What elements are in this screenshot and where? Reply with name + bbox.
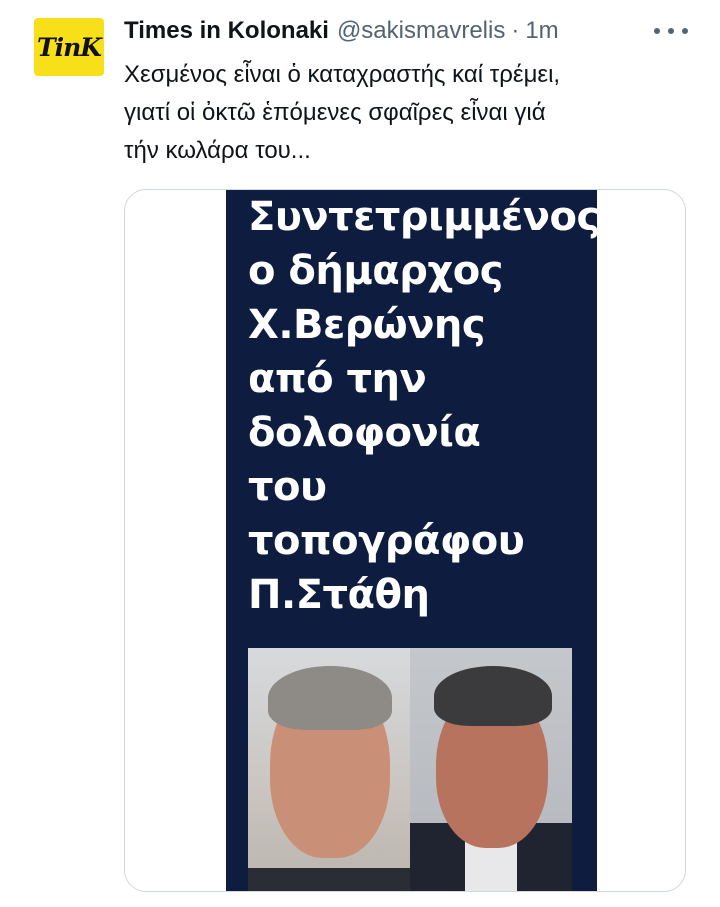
poster-headline: Συντετριμμένος ο δήμαρχος Χ.Βερώνης από … xyxy=(248,190,600,622)
separator-dot: · xyxy=(511,17,520,44)
headline-line: Συντετριμμένος xyxy=(248,194,600,240)
headline-line: τοπογράφου xyxy=(248,518,525,564)
headline-line: Π.Στάθη xyxy=(248,572,430,618)
avatar-logo-text: TinK xyxy=(36,32,102,62)
news-poster-image: Συντετριμμένος ο δήμαρχος Χ.Βερώνης από … xyxy=(226,190,600,891)
tweet[interactable]: TinK Times in Kolonaki @sakismavrelis · … xyxy=(0,0,720,907)
tweet-text: Χεσμένος εἶναι ὁ καταχραστής καί τρέμει,… xyxy=(124,56,684,170)
display-name[interactable]: Times in Kolonaki xyxy=(124,17,329,45)
portrait-photo-left xyxy=(248,648,410,891)
avatar[interactable]: TinK xyxy=(34,18,104,76)
tweet-media[interactable]: Συντετριμμένος ο δήμαρχος Χ.Βερώνης από … xyxy=(124,189,686,892)
headline-line: δολοφονία xyxy=(248,410,481,456)
more-options-icon[interactable] xyxy=(654,19,688,43)
tweet-header: Times in Kolonaki @sakismavrelis · 1m xyxy=(124,14,559,48)
headline-line: από την xyxy=(248,356,427,402)
portrait-photos xyxy=(248,648,572,891)
headline-line: ο δήμαρχος xyxy=(248,248,503,294)
more-dot xyxy=(668,28,674,34)
headline-line: Χ.Βερώνης xyxy=(248,302,486,348)
portrait-photo-right xyxy=(410,648,572,891)
tweet-text-line: Χεσμένος εἶναι ὁ καταχραστής καί τρέμει, xyxy=(124,61,561,88)
headline-line: του xyxy=(248,464,327,510)
more-dot xyxy=(654,28,660,34)
tweet-text-line: γιατί οἱ ὀκτῶ ἑπόμενες σφαῖρες εἶναι γιά xyxy=(124,99,546,126)
tweet-timestamp[interactable]: 1m xyxy=(525,17,558,45)
tweet-text-line: τήν κωλάρα του... xyxy=(124,137,311,164)
user-handle[interactable]: @sakismavrelis xyxy=(337,17,505,45)
more-dot xyxy=(682,28,688,34)
